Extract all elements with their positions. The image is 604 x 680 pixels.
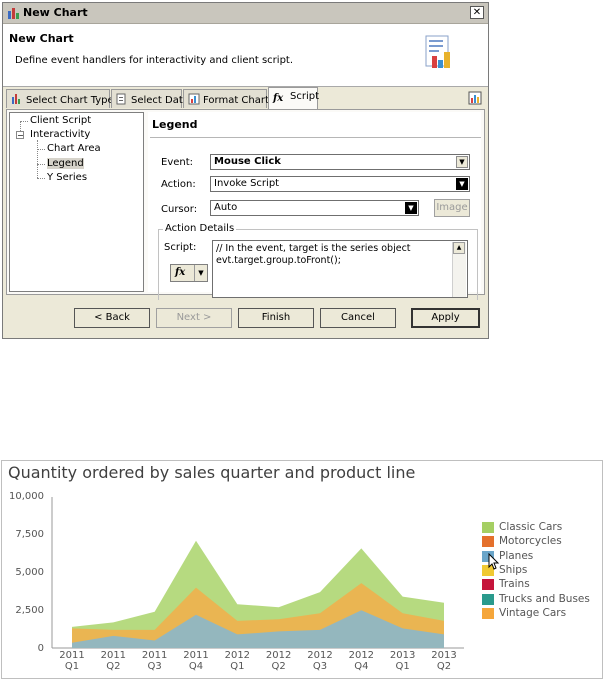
action-select[interactable]: Invoke Script ▼ <box>210 176 470 192</box>
wizard-tabs: Select Chart Type Select Data Format Cha… <box>3 87 488 109</box>
tab-content: Client Script − Interactivity Chart Area… <box>6 109 485 300</box>
script-line: // In the event, target is the series ob… <box>216 243 411 254</box>
wizard-description: Define event handlers for interactivity … <box>15 55 294 66</box>
tab-label: Format Chart <box>203 95 269 106</box>
tab-script[interactable]: fx Script <box>268 87 320 109</box>
back-button[interactable]: < Back <box>74 308 150 328</box>
tab-select-chart-type[interactable]: Select Chart Type <box>6 89 114 108</box>
next-button[interactable]: Next > <box>156 308 232 328</box>
chart-app-icon <box>8 8 19 19</box>
fx-icon: fx <box>175 267 186 278</box>
x-tick-label: 2012 Q1 <box>224 650 251 672</box>
finish-button[interactable]: Finish <box>238 308 314 328</box>
tree-item-chart-area[interactable]: Chart Area <box>47 143 101 154</box>
script-editor[interactable]: // In the event, target is the series ob… <box>212 240 468 298</box>
event-label: Event: <box>161 157 194 168</box>
action-details-title: Action Details <box>163 223 237 234</box>
action-label: Action: <box>161 179 196 190</box>
chevron-down-icon: ▼ <box>456 156 468 168</box>
cancel-button[interactable]: Cancel <box>320 308 396 328</box>
event-panel: Legend Event: Mouse Click ▼ Action: Invo… <box>148 112 481 300</box>
button-bar: < Back Next > Finish Cancel Apply <box>3 298 488 338</box>
chevron-down-icon: ▼ <box>456 178 468 190</box>
script-scrollbar[interactable]: ▲ <box>452 242 466 297</box>
scroll-up-icon[interactable]: ▲ <box>453 242 465 254</box>
data-icon <box>116 93 126 105</box>
cursor-select[interactable]: Auto ▼ <box>210 200 419 216</box>
image-button[interactable]: Image <box>434 199 470 217</box>
tree-item-legend[interactable]: Legend <box>47 158 84 169</box>
chevron-down-icon: ▼ <box>405 202 417 214</box>
tree-item-y-series[interactable]: Y Series <box>47 172 87 183</box>
script-line: evt.target.group.toFront(); <box>216 255 341 266</box>
x-tick-label: 2013 Q2 <box>431 650 457 672</box>
collapse-icon[interactable]: − <box>16 131 24 140</box>
x-tick-label: 2011 Q3 <box>141 650 168 672</box>
x-tick-label: 2012 Q2 <box>265 650 292 672</box>
wizard-heading: New Chart <box>9 32 74 45</box>
chart-wizard-icon <box>425 35 450 68</box>
chart-type-icon <box>12 94 20 104</box>
chevron-down-icon: ▼ <box>194 265 207 281</box>
format-icon <box>188 93 200 105</box>
mouse-pointer-icon <box>488 553 500 570</box>
x-tick-label: 2013 Q1 <box>389 650 416 672</box>
event-tree: Client Script − Interactivity Chart Area… <box>9 112 144 292</box>
chart-preview: Quantity ordered by sales quarter and pr… <box>0 459 603 680</box>
dialog-title: New Chart <box>23 6 88 19</box>
expression-builder-button[interactable]: fx ▼ <box>170 264 208 282</box>
x-tick-label: 2011 Q1 <box>59 650 85 672</box>
x-tick-label: 2011 Q2 <box>100 650 127 672</box>
fx-icon: fx <box>273 93 284 104</box>
tab-format-chart[interactable]: Format Chart <box>183 89 269 108</box>
x-tick-label: 2012 Q3 <box>307 650 333 672</box>
close-icon[interactable]: ✕ <box>470 6 484 19</box>
script-label: Script: <box>164 242 197 253</box>
tree-item-client-script[interactable]: Client Script <box>30 115 91 126</box>
apply-button[interactable]: Apply <box>411 308 480 328</box>
tab-label: Script <box>290 91 320 102</box>
tab-label: Select Chart Type <box>26 95 114 106</box>
tree-item-interactivity[interactable]: Interactivity <box>30 129 90 140</box>
preview-icon[interactable] <box>468 91 482 105</box>
x-tick-label: 2011 Q4 <box>183 650 209 672</box>
event-select[interactable]: Mouse Click ▼ <box>210 154 470 170</box>
panel-title: Legend <box>152 118 198 131</box>
tab-label: Select Data <box>131 95 189 106</box>
wizard-banner: New Chart Define event handlers for inte… <box>3 24 488 87</box>
tab-select-data[interactable]: Select Data <box>111 89 189 108</box>
dialog-titlebar: New Chart ✕ <box>3 3 488 24</box>
x-tick-label: 2012 Q4 <box>348 650 375 672</box>
cursor-label: Cursor: <box>161 204 198 215</box>
new-chart-dialog: New Chart ✕ New Chart Define event handl… <box>2 2 489 339</box>
